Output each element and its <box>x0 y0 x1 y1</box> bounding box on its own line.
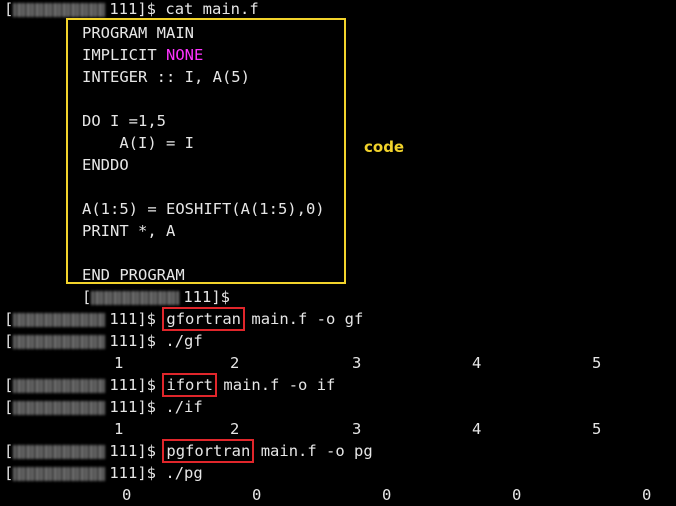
blurred-username <box>91 290 180 305</box>
terminal-line-run-if: [111]$ ./if <box>4 398 203 416</box>
output-value: 0 <box>642 486 652 504</box>
output-value: 2 <box>230 420 240 438</box>
blurred-username <box>13 466 106 481</box>
terminal-line-gfortran: [111]$ gfortran main.f -o gf <box>4 307 364 331</box>
command-text: ./if <box>165 398 203 416</box>
code-line-5: DO I =1,5 <box>82 112 166 130</box>
blurred-username <box>13 444 106 459</box>
prompt-host: 111]$ <box>109 0 157 18</box>
prompt-host: 111]$ <box>109 376 157 394</box>
blurred-username <box>13 400 106 415</box>
code-implicit: IMPLICIT <box>82 46 166 64</box>
code-label: code <box>364 138 405 156</box>
output-value: 0 <box>252 486 262 504</box>
code-line-6: A(I) = I <box>82 134 194 152</box>
command-text: ./pg <box>165 464 203 482</box>
output-value: 2 <box>230 354 240 372</box>
prompt-host: 111]$ <box>109 464 157 482</box>
compiler-highlight-pgfortran: pgfortran <box>162 439 255 463</box>
command-args: main.f -o gf <box>251 310 364 328</box>
code-line-1: PROGRAM MAIN <box>82 24 194 42</box>
prompt-host: 111]$ <box>183 288 231 306</box>
compiler-highlight-gfortran: gfortran <box>162 307 246 331</box>
compiler-highlight-ifort: ifort <box>162 373 218 397</box>
output-value: 1 <box>114 420 124 438</box>
output-value: 5 <box>592 420 602 438</box>
terminal-line-cat: [111]$ cat main.f <box>4 0 259 18</box>
code-line-3: INTEGER :: I, A(5) <box>82 68 250 86</box>
terminal-line-run-gf: [111]$ ./gf <box>4 332 203 350</box>
command-args: main.f -o pg <box>260 442 373 460</box>
code-line-12: END PROGRAM <box>82 266 185 284</box>
output-value: 0 <box>122 486 132 504</box>
blurred-username <box>13 378 106 393</box>
terminal-line-run-pg: [111]$ ./pg <box>4 464 203 482</box>
prompt-host: 111]$ <box>109 332 157 350</box>
output-value: 4 <box>472 420 482 438</box>
terminal-line-empty-prompt: [111]$ <box>82 288 231 306</box>
output-value: 1 <box>114 354 124 372</box>
code-line-7: ENDDO <box>82 156 129 174</box>
code-line-9: A(1:5) = EOSHIFT(A(1:5),0) <box>82 200 325 218</box>
blurred-username <box>13 2 106 17</box>
code-line-2: IMPLICIT NONE <box>82 44 203 66</box>
prompt-host: 111]$ <box>109 310 157 328</box>
output-value: 0 <box>512 486 522 504</box>
prompt-host: 111]$ <box>109 442 157 460</box>
command-args: main.f -o if <box>223 376 336 394</box>
code-keyword-none: NONE <box>166 46 204 64</box>
terminal-line-ifort: [111]$ ifort main.f -o if <box>4 373 336 397</box>
code-line-10: PRINT *, A <box>82 222 176 240</box>
output-value: 3 <box>352 354 362 372</box>
output-value: 4 <box>472 354 482 372</box>
blurred-username <box>13 312 106 327</box>
code-highlight-box: PROGRAM MAIN IMPLICIT NONE INTEGER :: I,… <box>66 18 346 284</box>
output-value: 5 <box>592 354 602 372</box>
terminal-line-pgfortran: [111]$ pgfortran main.f -o pg <box>4 439 373 463</box>
blurred-username <box>13 334 106 349</box>
command-text: ./gf <box>165 332 203 350</box>
output-value: 3 <box>352 420 362 438</box>
prompt-host: 111]$ <box>109 398 157 416</box>
output-value: 0 <box>382 486 392 504</box>
command-text: cat main.f <box>165 0 259 18</box>
